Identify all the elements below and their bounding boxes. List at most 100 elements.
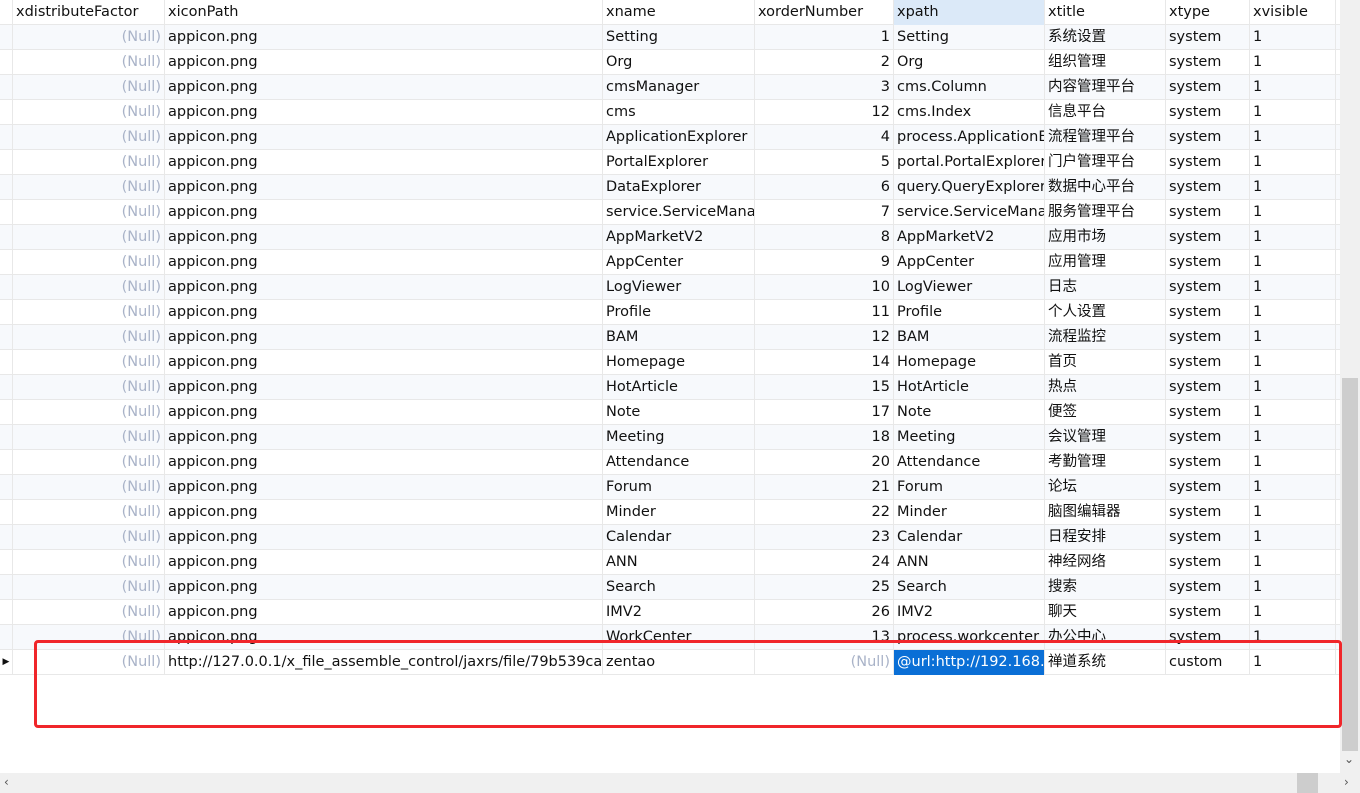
cell-title[interactable]: 组织管理 (1045, 50, 1166, 75)
cell-type[interactable]: system (1166, 375, 1250, 400)
cell-order[interactable]: 8 (755, 225, 894, 250)
row-gutter[interactable] (0, 375, 13, 400)
row-gutter[interactable] (0, 625, 13, 650)
cell-type[interactable]: system (1166, 125, 1250, 150)
cell-visible[interactable]: 1 (1250, 500, 1336, 525)
cell-title[interactable]: 服务管理平台 (1045, 200, 1166, 225)
cell-title[interactable]: 办公中心 (1045, 625, 1166, 650)
cell-name[interactable]: BAM (603, 325, 755, 350)
vertical-scroll-thumb[interactable] (1342, 378, 1358, 751)
cell-type[interactable]: system (1166, 600, 1250, 625)
table-row[interactable]: (Null) appicon.png ANN 24 ANN 神经网络 system 1 (0, 550, 1340, 575)
cell-type[interactable]: system (1166, 25, 1250, 50)
cell-xdistributeFactor[interactable]: (Null) (13, 150, 165, 175)
cell-path[interactable]: Org (894, 50, 1045, 75)
row-gutter[interactable] (0, 550, 13, 575)
column-header[interactable]: xorderNumber (755, 0, 894, 25)
row-gutter[interactable] (0, 175, 13, 200)
cell-xdistributeFactor[interactable]: (Null) (13, 450, 165, 475)
cell-type[interactable]: system (1166, 325, 1250, 350)
cell-icon[interactable]: appicon.png (165, 125, 603, 150)
cell-icon[interactable]: appicon.png (165, 325, 603, 350)
cell-order[interactable]: 4 (755, 125, 894, 150)
cell-icon[interactable]: appicon.png (165, 50, 603, 75)
cell-name[interactable]: Meeting (603, 425, 755, 450)
row-gutter[interactable] (0, 400, 13, 425)
cell-title[interactable]: 门户管理平台 (1045, 150, 1166, 175)
cell-title[interactable]: 应用市场 (1045, 225, 1166, 250)
cell-icon[interactable]: appicon.png (165, 500, 603, 525)
cell-name[interactable]: cmsManager (603, 75, 755, 100)
cell-visible[interactable]: 1 (1250, 525, 1336, 550)
cell-visible[interactable]: 1 (1250, 600, 1336, 625)
cell-type[interactable]: system (1166, 550, 1250, 575)
row-gutter[interactable] (0, 125, 13, 150)
table-row[interactable]: (Null) appicon.png Forum 21 Forum 论坛 system 1 (0, 475, 1340, 500)
column-header[interactable]: xvisible (1250, 0, 1336, 25)
cell-name[interactable]: Forum (603, 475, 755, 500)
cell-order[interactable]: (Null) (755, 650, 894, 675)
cell-order[interactable]: 22 (755, 500, 894, 525)
cell-order[interactable]: 21 (755, 475, 894, 500)
cell-path[interactable]: query.QueryExplorer (894, 175, 1045, 200)
cell-path[interactable]: portal.PortalExplorer (894, 150, 1045, 175)
cell-order[interactable]: 17 (755, 400, 894, 425)
cell-xdistributeFactor[interactable]: (Null) (13, 425, 165, 450)
cell-name[interactable]: Setting (603, 25, 755, 50)
cell-xdistributeFactor[interactable]: (Null) (13, 625, 165, 650)
cell-visible[interactable]: 1 (1250, 250, 1336, 275)
cell-xdistributeFactor[interactable]: (Null) (13, 350, 165, 375)
cell-path[interactable]: service.ServiceMana (894, 200, 1045, 225)
cell-name[interactable]: Search (603, 575, 755, 600)
cell-type[interactable]: system (1166, 625, 1250, 650)
table-row[interactable]: (Null) appicon.png Org 2 Org 组织管理 system 1 (0, 50, 1340, 75)
cell-title[interactable]: 流程监控 (1045, 325, 1166, 350)
cell-order[interactable]: 11 (755, 300, 894, 325)
row-gutter[interactable] (0, 450, 13, 475)
row-gutter[interactable] (0, 425, 13, 450)
table-row[interactable]: (Null) appicon.png BAM 12 BAM 流程监控 system 1 (0, 325, 1340, 350)
cell-xdistributeFactor[interactable]: (Null) (13, 550, 165, 575)
cell-xdistributeFactor[interactable]: (Null) (13, 500, 165, 525)
table-row[interactable]: (Null) appicon.png IMV2 26 IMV2 聊天 system 1 (0, 600, 1340, 625)
cell-title[interactable]: 神经网络 (1045, 550, 1166, 575)
cell-type[interactable]: custom (1166, 650, 1250, 675)
cell-xdistributeFactor[interactable]: (Null) (13, 475, 165, 500)
cell-order[interactable]: 25 (755, 575, 894, 600)
cell-icon[interactable]: appicon.png (165, 525, 603, 550)
cell-title[interactable]: 应用管理 (1045, 250, 1166, 275)
cell-icon[interactable]: appicon.png (165, 75, 603, 100)
cell-title[interactable]: 论坛 (1045, 475, 1166, 500)
cell-path[interactable]: Meeting (894, 425, 1045, 450)
cell-name[interactable]: LogViewer (603, 275, 755, 300)
cell-name[interactable]: Homepage (603, 350, 755, 375)
table-row[interactable]: (Null) appicon.png PortalExplorer 5 portal.P… (0, 150, 1340, 175)
cell-title[interactable]: 日程安排 (1045, 525, 1166, 550)
cell-path[interactable]: cms.Column (894, 75, 1045, 100)
table-row[interactable]: (Null) appicon.png DataExplorer 6 query.Quer… (0, 175, 1340, 200)
cell-xdistributeFactor[interactable]: (Null) (13, 200, 165, 225)
cell-order[interactable]: 3 (755, 75, 894, 100)
cell-order[interactable]: 26 (755, 600, 894, 625)
cell-title[interactable]: 考勤管理 (1045, 450, 1166, 475)
table-row[interactable]: (Null) appicon.png Note 17 Note 便签 system 1 (0, 400, 1340, 425)
cell-order[interactable]: 1 (755, 25, 894, 50)
cell-order[interactable]: 13 (755, 625, 894, 650)
cell-type[interactable]: system (1166, 300, 1250, 325)
cell-icon[interactable]: appicon.png (165, 200, 603, 225)
table-row[interactable]: (Null) appicon.png cms 12 cms.Index 信息平台 syste… (0, 100, 1340, 125)
cell-title[interactable]: 内容管理平台 (1045, 75, 1166, 100)
cell-path[interactable]: HotArticle (894, 375, 1045, 400)
cell-name[interactable]: IMV2 (603, 600, 755, 625)
table-row[interactable]: (Null) appicon.png HotArticle 15 HotArticle 热… (0, 375, 1340, 400)
cell-icon[interactable]: appicon.png (165, 350, 603, 375)
cell-type[interactable]: system (1166, 275, 1250, 300)
cell-visible[interactable]: 1 (1250, 575, 1336, 600)
cell-order[interactable]: 5 (755, 150, 894, 175)
cell-type[interactable]: system (1166, 50, 1250, 75)
cell-path[interactable]: Setting (894, 25, 1045, 50)
cell-type[interactable]: system (1166, 500, 1250, 525)
cell-order[interactable]: 23 (755, 525, 894, 550)
cell-title[interactable]: 日志 (1045, 275, 1166, 300)
row-gutter[interactable] (0, 275, 13, 300)
